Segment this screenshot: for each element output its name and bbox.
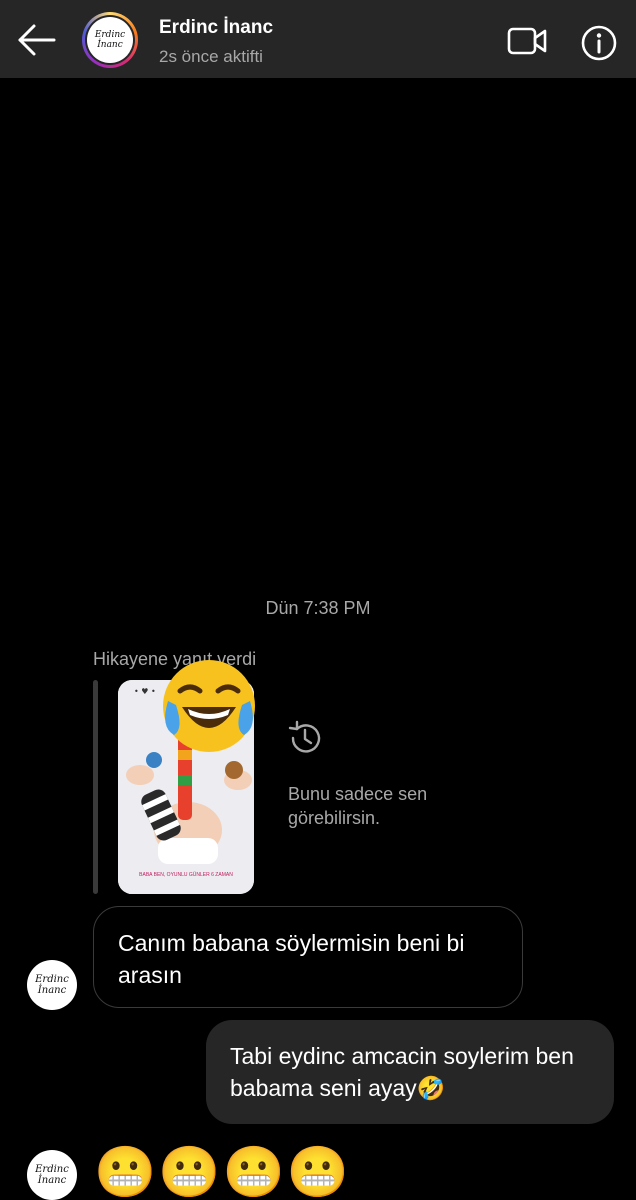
incoming-message-bubble[interactable]: Canım babana söylermisin beni bi arasın <box>93 906 523 1008</box>
video-call-button[interactable] <box>506 24 548 58</box>
avatar[interactable]: Erdinc İnanc <box>82 12 138 68</box>
outgoing-message-bubble[interactable]: Tabi eydinc amcacin soylerim ben babama … <box>206 1020 614 1124</box>
active-status: 2s önce aktifti <box>159 47 263 66</box>
sender-avatar-text: Erdinc İnanc <box>35 974 69 996</box>
story-reply-bar <box>93 680 98 894</box>
laughing-emoji-sticker <box>163 660 255 752</box>
chat-header: Erdinc İnanc Erdinc İnanc 2s önce aktift… <box>0 0 636 78</box>
svg-text:• ♥ •: • ♥ • <box>134 687 156 696</box>
arrow-left-icon <box>18 24 56 56</box>
contact-name[interactable]: Erdinc İnanc <box>159 17 273 39</box>
back-button[interactable] <box>14 20 60 60</box>
info-button[interactable] <box>580 24 618 62</box>
history-icon <box>285 718 325 758</box>
sender-avatar-text: Erdinc İnanc <box>35 1164 69 1186</box>
video-camera-icon <box>507 27 547 55</box>
info-icon <box>581 25 617 61</box>
sender-avatar[interactable]: Erdinc İnanc <box>27 1150 77 1200</box>
story-visibility-note: Bunu sadece sen görebilirsin. <box>288 784 428 828</box>
message-timestamp: Dün 7:38 PM <box>265 598 371 618</box>
sender-avatar[interactable]: Erdinc İnanc <box>27 960 77 1010</box>
emoji-message[interactable]: 😬😬😬😬 <box>94 1142 351 1200</box>
svg-text:BABA BEN, OYUNLU GÜNLER 6 ZAMA: BABA BEN, OYUNLU GÜNLER 6 ZAMAN <box>139 871 233 878</box>
avatar-logo-text: Erdinc İnanc <box>94 30 126 50</box>
